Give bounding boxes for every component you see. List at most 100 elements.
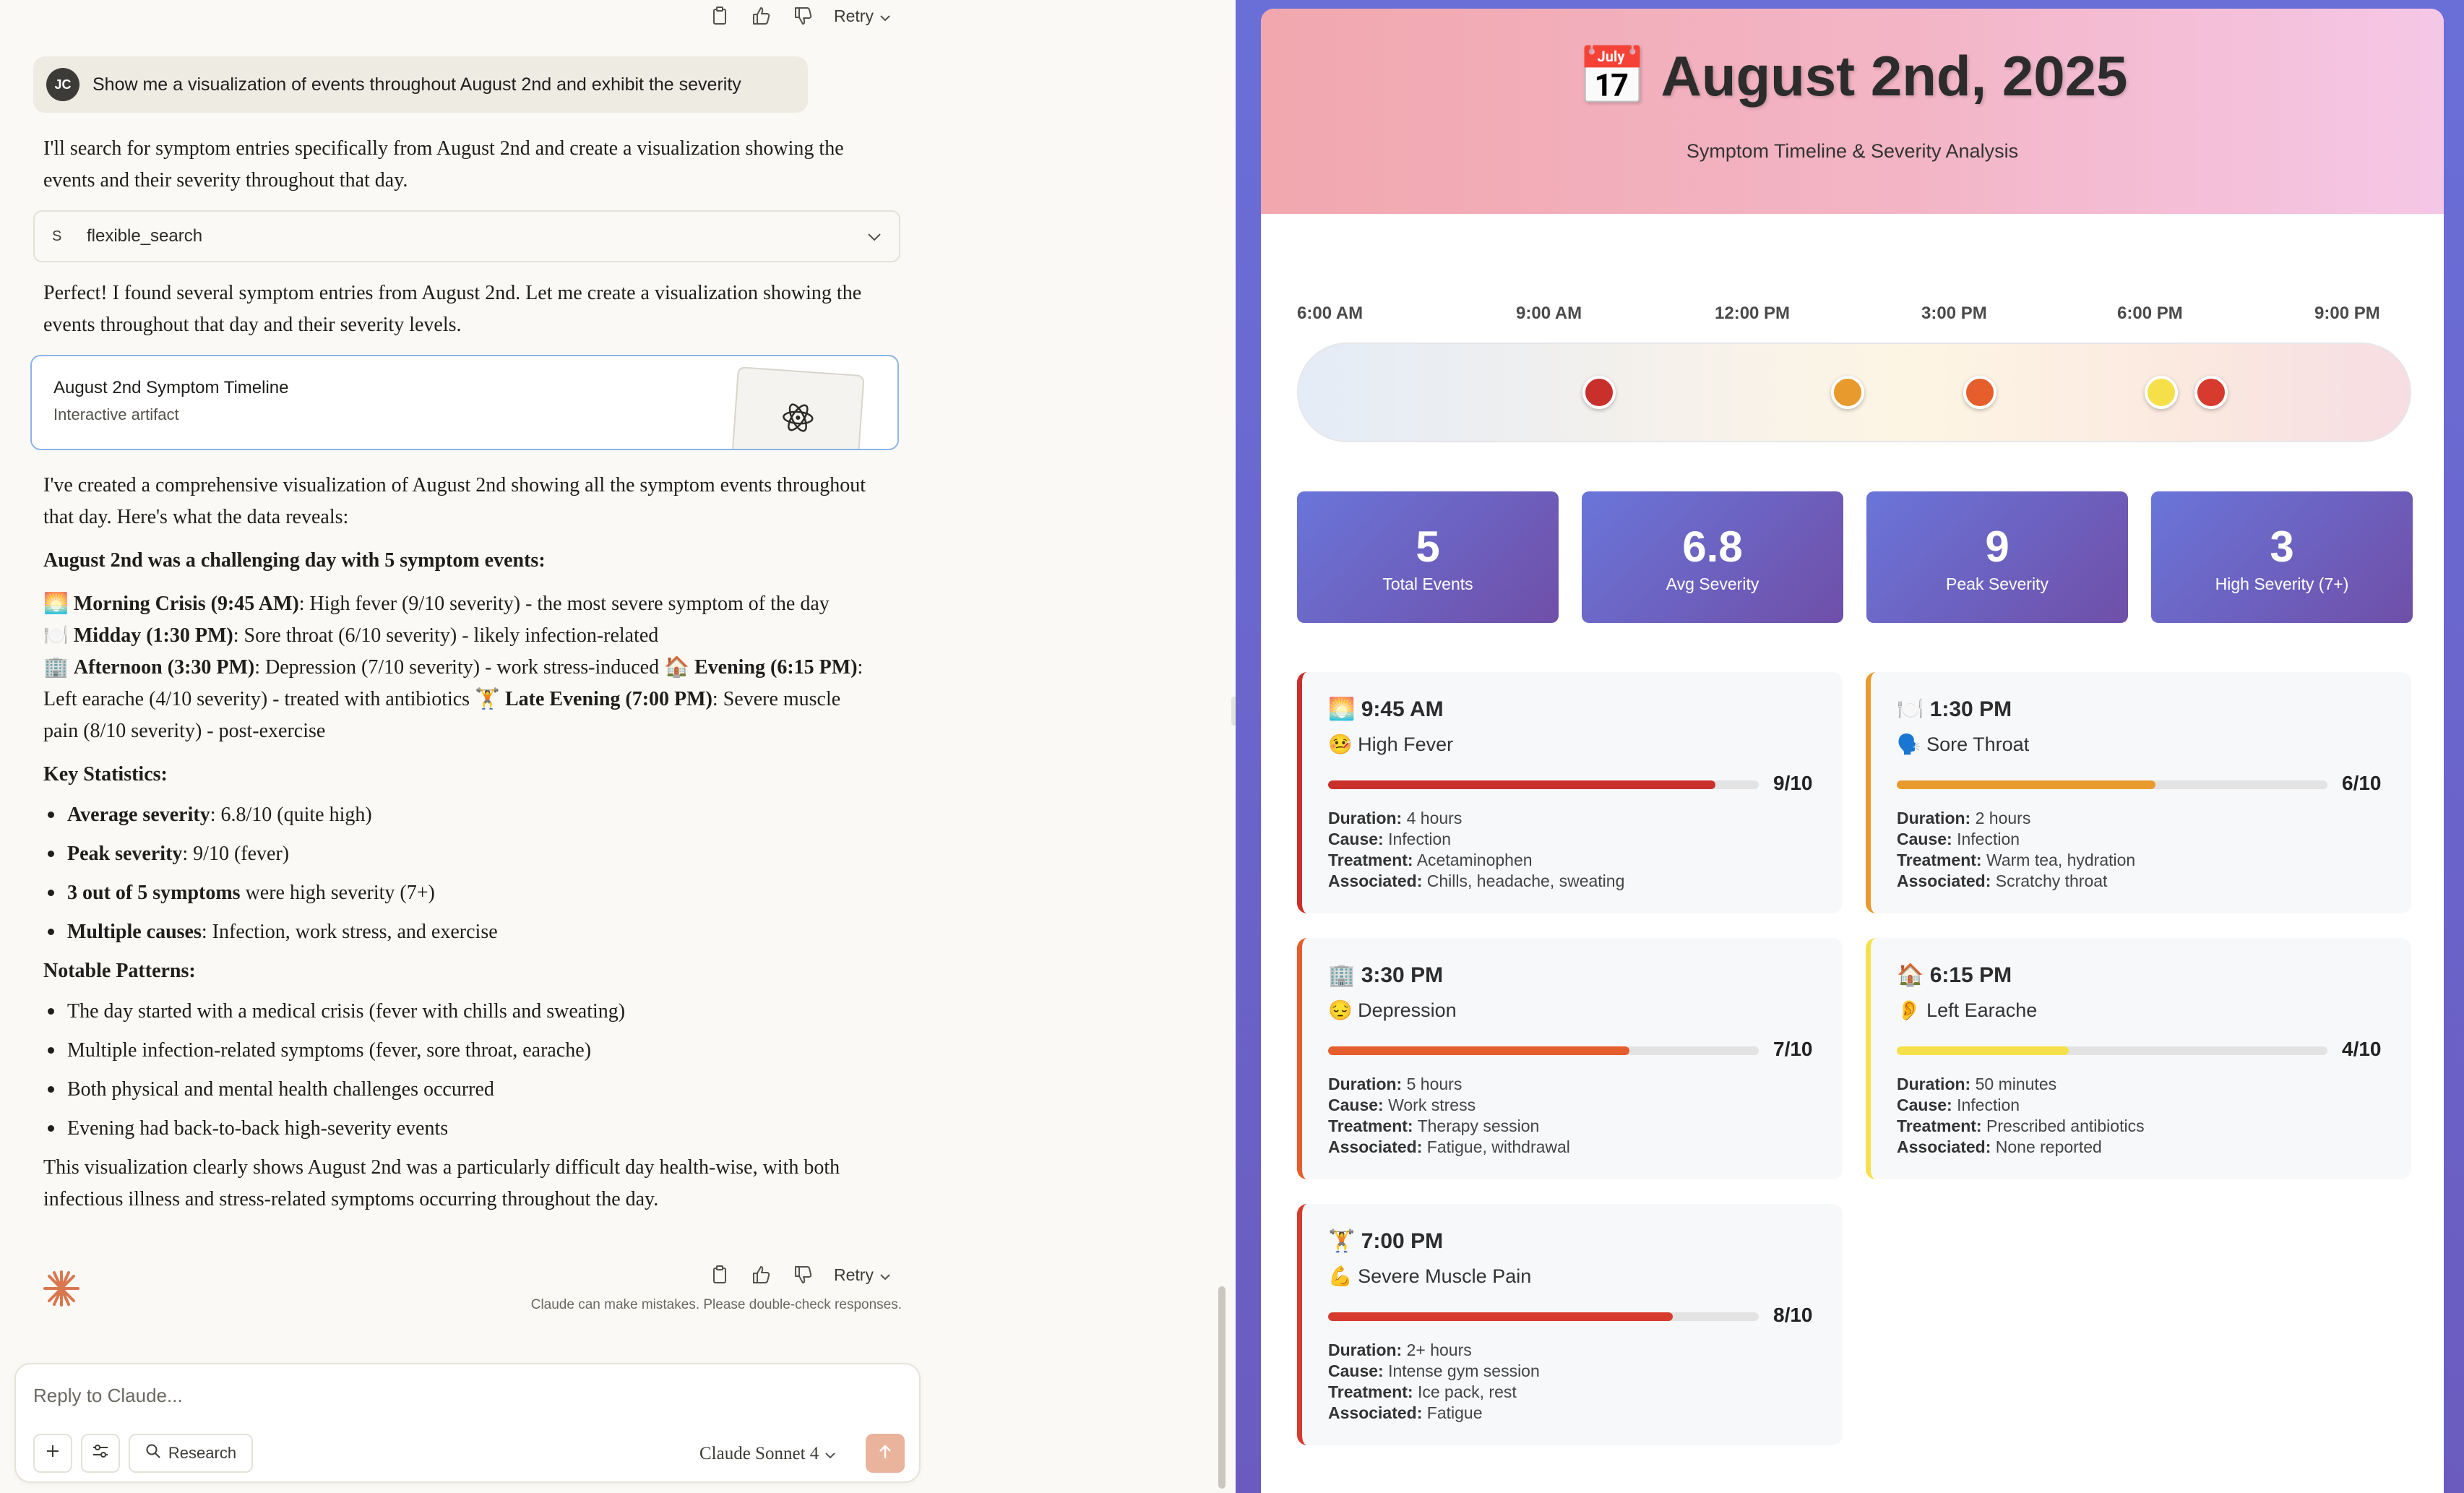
tool-call-flexible-search[interactable]: S flexible_search [33,210,900,262]
event-time: 🍽️ 1:30 PM [1897,697,2012,721]
event-name: 🤒 High Fever [1328,733,1454,755]
thumbs-down-icon[interactable] [792,1263,815,1286]
timeline-text: : High fever (9/10 severity) - the most … [298,593,830,615]
timeline-track [1297,343,2411,442]
list-item: The day started with a medical crisis (f… [43,996,874,1028]
list-item: Peak severity: 9/10 (fever) [43,838,874,870]
scrollbar[interactable] [1218,1286,1225,1489]
key-stats-heading: Key Statistics: [43,763,168,786]
send-button[interactable] [866,1434,905,1473]
timeline-marker[interactable] [1963,376,1996,409]
list-item: 3 out of 5 symptoms were high severity (… [43,877,874,909]
artifact-header: 📅 August 2nd, 2025 Symptom Timeline & Se… [1261,9,2444,214]
severity-bar-fill [1328,780,1716,789]
event-name: 🗣️ Sore Throat [1897,733,2030,755]
chevron-down-icon[interactable] [867,228,882,246]
arrow-up-icon [877,1443,893,1463]
retry-button[interactable]: Retry [834,1265,891,1285]
chevron-down-icon [879,7,891,26]
timeline-label: Afternoon (3:30 PM) [73,656,255,679]
message-actions-bottom: Retry [708,1263,891,1286]
research-button[interactable]: Research [129,1434,253,1473]
severity-bar-fill [1897,780,2155,789]
list-item: Both physical and mental health challeng… [43,1074,874,1106]
artifact-title: August 2nd Symptom Timeline [53,378,289,397]
event-card: 🏠 6:15 PM 👂 Left Earache 4/10 Duration: … [1866,938,2411,1179]
search-icon [145,1443,161,1463]
retry-button[interactable]: Retry [834,7,891,26]
severity-bar [1328,1312,1759,1321]
timeline-label: Morning Crisis (9:45 AM) [73,593,299,615]
tool-badge: S [52,228,62,244]
event-details: Duration: 4 hours Cause: Infection Treat… [1328,809,1625,890]
severity-bar [1328,780,1759,789]
reply-input[interactable]: Reply to Claude... [33,1385,183,1407]
tools-button[interactable] [81,1434,120,1473]
time-tick: 6:00 PM [2117,304,2183,323]
disclaimer: Claude can make mistakes. Please double-… [530,1297,902,1312]
timeline-marker[interactable] [2145,376,2179,409]
event-name: 💪 Severe Muscle Pain [1328,1265,1532,1287]
timeline-paragraph: 🌅 Morning Crisis (9:45 AM): High fever (… [43,588,874,747]
patterns-heading: Notable Patterns: [43,960,196,982]
stat-label: Avg Severity [1666,575,1759,593]
timeline-label: Evening (6:15 PM) [694,656,858,679]
patterns-list: The day started with a medical crisis (f… [43,996,874,1145]
chat-panel: Retry JC Show me a visualization of even… [0,0,1236,1493]
time-tick: 9:00 PM [2314,304,2380,323]
timeline-emoji: 🏠 [664,656,689,679]
assistant-summary: I've created a comprehensive visualizati… [43,470,874,1216]
assistant-intro: I'll search for symptom entries specific… [43,137,844,192]
thumbs-down-icon[interactable] [792,4,815,27]
copy-icon[interactable] [708,1263,731,1286]
event-name: 👂 Left Earache [1897,999,2038,1021]
chevron-down-icon [879,1265,891,1285]
event-details: Duration: 2 hours Cause: Infection Treat… [1897,809,2136,890]
artifact-content: 📅 August 2nd, 2025 Symptom Timeline & Se… [1261,9,2444,1493]
conversation: Retry JC Show me a visualization of even… [0,0,1221,1351]
model-selector[interactable]: Claude Sonnet 4 [699,1444,836,1464]
stat-card-high-severity: 3 High Severity (7+) [2151,491,2413,623]
thumbs-up-icon[interactable] [750,4,773,27]
severity-score: 7/10 [1773,1038,1813,1060]
stat-label: High Severity (7+) [2215,575,2349,593]
copy-icon[interactable] [708,4,731,27]
artifact-panel: 📅 August 2nd, 2025 Symptom Timeline & Se… [1236,0,2464,1493]
event-details: Duration: 2+ hours Cause: Intense gym se… [1328,1341,1540,1422]
severity-bar-fill [1328,1046,1630,1055]
stat-label: Peak Severity [1946,575,2049,593]
severity-bar [1897,780,2327,789]
timeline-text: : Sore throat (6/10 severity) - likely i… [233,624,659,647]
summary-intro: I've created a comprehensive visualizati… [43,474,866,528]
event-time: 🏠 6:15 PM [1897,963,2012,987]
event-card: 🏋️ 7:00 PM 💪 Severe Muscle Pain 8/10 Dur… [1297,1204,1843,1445]
stat-card-avg-severity: 6.8 Avg Severity [1582,491,1843,623]
tool-name: flexible_search [87,226,203,246]
page-subtitle: Symptom Timeline & Severity Analysis [1686,140,2019,162]
timeline-emoji: 🌅 [43,593,69,615]
event-name: 😔 Depression [1328,999,1457,1021]
timeline-marker[interactable] [1582,376,1616,409]
thumbs-up-icon[interactable] [750,1263,773,1286]
challenging-heading: August 2nd was a challenging day with 5 … [43,549,546,572]
severity-score: 9/10 [1773,772,1813,794]
avatar: JC [46,68,79,101]
stat-value: 6.8 [1682,522,1743,571]
stat-card-peak-severity: 9 Peak Severity [1866,491,2128,623]
timeline-emoji: 🏋️ [475,688,500,710]
claude-spark-icon [42,1269,81,1311]
composer: Reply to Claude... Research Claude Sonne… [14,1363,921,1483]
timeline-label: Midday (1:30 PM) [73,624,233,647]
timeline-marker[interactable] [1830,376,1864,409]
stat-card-total-events: 5 Total Events [1297,491,1559,623]
stat-label: Total Events [1382,575,1473,593]
artifact-preview [731,366,865,449]
event-time: 🌅 9:45 AM [1328,697,1444,721]
react-icon [780,400,816,438]
list-item: Average severity: 6.8/10 (quite high) [43,799,874,831]
timeline-marker[interactable] [2194,376,2228,409]
severity-score: 4/10 [2342,1038,2382,1060]
add-button[interactable] [33,1434,72,1473]
chevron-down-icon [824,1444,836,1464]
artifact-card[interactable]: August 2nd Symptom Timeline Interactive … [30,355,899,450]
